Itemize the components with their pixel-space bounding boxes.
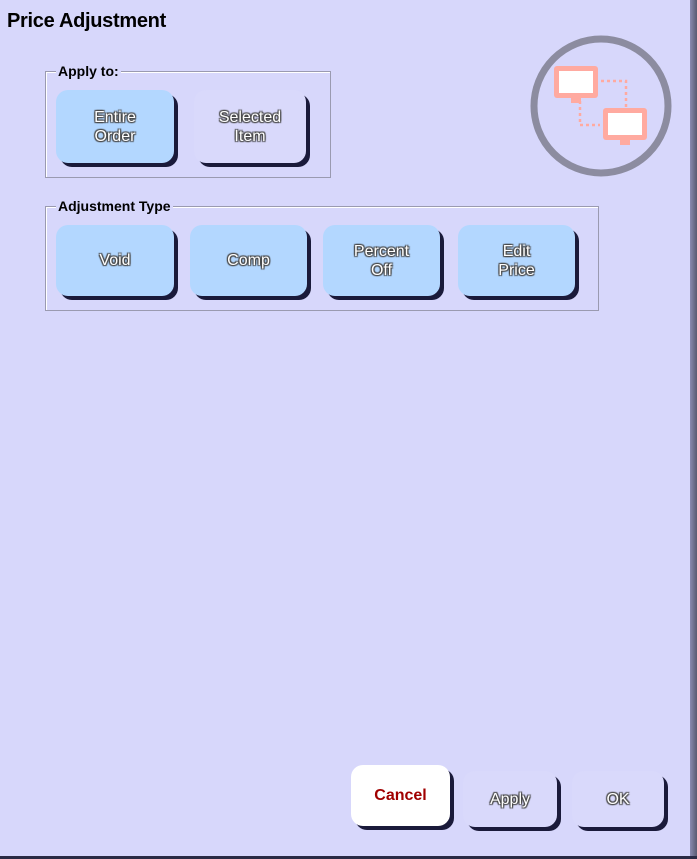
- network-computers-icon: [530, 35, 672, 177]
- page-title: Price Adjustment: [7, 10, 166, 32]
- cancel-button[interactable]: Cancel: [351, 765, 450, 826]
- apply-button[interactable]: Apply: [463, 771, 557, 827]
- comp-button[interactable]: Comp: [190, 225, 307, 296]
- entire-order-button[interactable]: Entire Order: [56, 90, 174, 163]
- window-right-border: [690, 0, 697, 859]
- void-button[interactable]: Void: [56, 225, 174, 296]
- adjustment-type-legend: Adjustment Type: [56, 198, 173, 214]
- apply-to-legend: Apply to:: [56, 63, 121, 79]
- percent-off-button[interactable]: Percent Off: [323, 225, 440, 296]
- edit-price-button[interactable]: Edit Price: [458, 225, 575, 296]
- ok-button[interactable]: OK: [572, 771, 664, 827]
- selected-item-button[interactable]: Selected Item: [194, 90, 306, 163]
- price-adjustment-screen: Price Adjustment Apply to: Entire Order …: [0, 0, 697, 859]
